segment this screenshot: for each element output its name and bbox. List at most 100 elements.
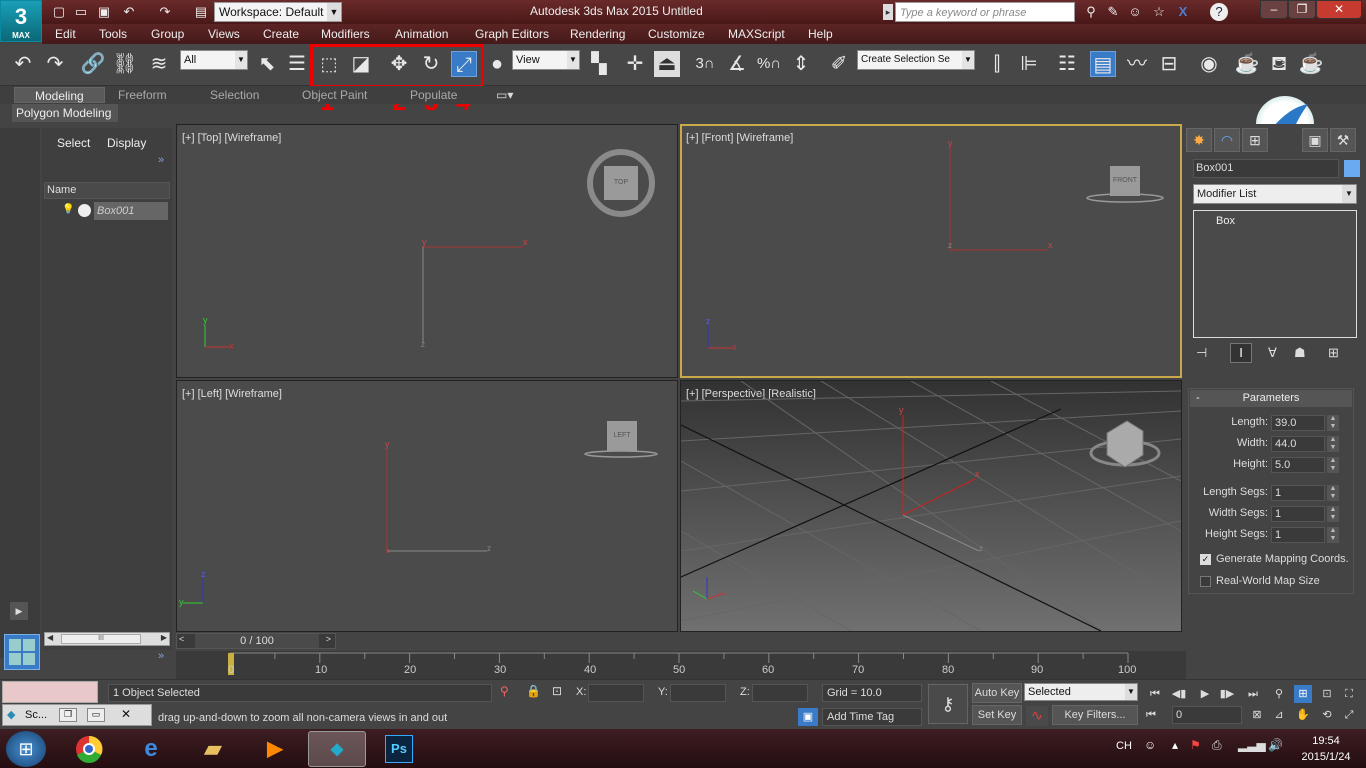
next-key-icon[interactable]: ▮▶ xyxy=(1218,685,1236,703)
action-center-icon[interactable]: ⚑ xyxy=(1190,738,1201,752)
absolute-mode-icon[interactable]: ⊡ xyxy=(552,684,562,698)
play-icon[interactable]: ▶ xyxy=(1196,685,1214,703)
subscription-icon[interactable]: ✎ xyxy=(1104,3,1122,21)
communication-icon[interactable]: ☺ xyxy=(1126,3,1144,21)
scroll-right-icon[interactable]: ▶ xyxy=(161,633,167,642)
undo-icon[interactable]: ↶ xyxy=(120,3,138,21)
menu-views[interactable]: Views xyxy=(208,27,240,41)
percent-snap-icon[interactable]: %∩ xyxy=(756,51,782,77)
previous-key-icon[interactable]: ◀▮ xyxy=(1170,685,1188,703)
auto-key-button[interactable]: Auto Key xyxy=(972,683,1022,703)
spinner-arrows-icon[interactable]: ▲ ▼ xyxy=(1327,436,1339,452)
make-unique-icon[interactable]: ∀ xyxy=(1268,345,1277,361)
exchange-icon[interactable]: X xyxy=(1174,3,1192,21)
expand-arrow-icon[interactable]: ▶ xyxy=(10,602,28,620)
menu-customize[interactable]: Customize xyxy=(648,27,705,41)
real-world-map-size-checkbox[interactable] xyxy=(1200,576,1211,587)
viewport-top[interactable]: [+] [Top] [Wireframe] TOP y x z y x xyxy=(176,124,678,378)
selection-lock-icon[interactable]: 🔒 xyxy=(526,684,541,698)
length-segs-spinner[interactable]: 1 xyxy=(1271,485,1325,501)
key-mode-dropdown[interactable]: Selected ▼ xyxy=(1024,683,1138,701)
tab-modeling[interactable]: Modeling xyxy=(14,87,105,103)
favorites-icon[interactable]: ☆ xyxy=(1150,3,1168,21)
select-by-name-icon[interactable]: ☰ xyxy=(284,51,310,77)
ie-taskbar-button[interactable]: e xyxy=(122,731,180,767)
reference-coordinate-dropdown[interactable]: View ▼ xyxy=(512,50,580,70)
ribbon-panel-polygon-modeling[interactable]: Polygon Modeling xyxy=(12,104,118,122)
language-indicator[interactable]: CH xyxy=(1116,740,1132,752)
go-to-start-icon[interactable]: ⏮ xyxy=(1146,685,1164,703)
zoom-extents-all-icon[interactable]: ⛶ xyxy=(1340,685,1358,703)
explorer-tab-display[interactable]: Display xyxy=(107,136,146,150)
chevron-down-double-icon[interactable]: » xyxy=(158,650,164,662)
toggle-ribbon-icon[interactable]: ▤ xyxy=(1090,51,1116,77)
edit-named-selection-icon[interactable]: ✐ xyxy=(826,51,852,77)
menu-rendering[interactable]: Rendering xyxy=(570,27,625,41)
viewport-layout-icon[interactable] xyxy=(4,634,40,670)
menu-animation[interactable]: Animation xyxy=(395,27,448,41)
mirror-icon[interactable]: ⫿ xyxy=(984,51,1010,77)
network-icon[interactable]: ▂▃▅ xyxy=(1238,738,1266,752)
search-expand-icon[interactable]: ▸ xyxy=(883,4,893,20)
menu-group[interactable]: Group xyxy=(151,27,184,41)
pivot-point-icon[interactable]: ▚ xyxy=(586,51,612,77)
render-production-icon[interactable]: ☕ xyxy=(1298,51,1324,77)
spinner-arrows-icon[interactable]: ▲ ▼ xyxy=(1327,527,1339,543)
length-spinner[interactable]: 39.0 xyxy=(1271,415,1325,431)
time-config-icon[interactable]: ⊠ xyxy=(1248,706,1266,724)
volume-icon[interactable]: 🔊 xyxy=(1268,738,1283,752)
restore-icon[interactable]: ❐ xyxy=(59,708,77,722)
mini-listener-window[interactable]: ◆ Sc... ❐ ▭ ✕ xyxy=(2,704,152,726)
system-clock[interactable]: 19:54 2015/1/24 xyxy=(1296,733,1356,765)
scroll-thumb[interactable]: III xyxy=(61,634,141,644)
object-color-swatch[interactable] xyxy=(1344,160,1360,177)
zoom-all-icon[interactable]: ⊞ xyxy=(1294,685,1312,703)
keyboard-shortcut-toggle-icon[interactable]: ⏏ xyxy=(654,51,680,77)
menu-tools[interactable]: Tools xyxy=(99,27,127,41)
zoom-icon[interactable]: ⚲ xyxy=(1270,685,1288,703)
menu-maxscript[interactable]: MAXScript xyxy=(728,27,785,41)
select-object-icon[interactable]: ⬉ xyxy=(254,51,280,77)
tab-freeform[interactable]: Freeform xyxy=(118,87,167,103)
width-segs-spinner[interactable]: 1 xyxy=(1271,506,1325,522)
adaptive-degradation-icon[interactable]: ▣ xyxy=(798,708,818,726)
menu-modifiers[interactable]: Modifiers xyxy=(321,27,370,41)
chrome-taskbar-button[interactable] xyxy=(60,731,118,767)
material-editor-icon[interactable]: ◉ xyxy=(1196,51,1222,77)
pan-view-icon[interactable]: ✋ xyxy=(1294,706,1312,724)
modify-tab-icon[interactable]: ◠ xyxy=(1214,128,1240,152)
tab-populate[interactable]: Populate xyxy=(410,87,457,103)
viewport-left[interactable]: [+] [Left] [Wireframe] LEFT y z x z y xyxy=(176,380,678,632)
remove-modifier-icon[interactable]: ☗ xyxy=(1294,345,1306,361)
viewport-front[interactable]: [+] [Front] [Wireframe] FRONT y x z z x xyxy=(680,124,1182,378)
explorer-taskbar-button[interactable]: ▰ xyxy=(184,731,242,767)
zoom-extents-icon[interactable]: ⊡ xyxy=(1318,685,1336,703)
render-setup-icon[interactable]: ☕ xyxy=(1234,51,1260,77)
menu-create[interactable]: Create xyxy=(263,27,299,41)
angle-snap-icon[interactable]: ∡ xyxy=(724,51,750,77)
display-tab-icon[interactable]: ▣ xyxy=(1302,128,1328,152)
key-tangent-icon[interactable]: ∿ xyxy=(1026,706,1048,726)
link-icon[interactable]: 🔗 xyxy=(80,51,106,77)
search-input[interactable]: Type a keyword or phrase xyxy=(895,2,1075,22)
explorer-column-name[interactable]: Name xyxy=(44,182,170,199)
x-coordinate-field[interactable] xyxy=(588,684,644,702)
modifier-stack-item-box[interactable]: Box xyxy=(1194,213,1356,229)
maximize-viewport-icon[interactable]: ⤢ xyxy=(1340,706,1358,724)
application-button[interactable]: 3 MAX xyxy=(0,0,42,42)
close-button[interactable]: ✕ xyxy=(1316,0,1362,19)
schematic-view-icon[interactable]: ⊟ xyxy=(1156,51,1182,77)
maximize-icon[interactable]: ▭ xyxy=(87,708,105,722)
spinner-arrows-icon[interactable]: ▲ ▼ xyxy=(1327,457,1339,473)
redo-icon[interactable]: ↷ xyxy=(156,3,174,21)
open-icon[interactable]: ▭ xyxy=(72,3,90,21)
isolate-selection-icon[interactable]: ⚲ xyxy=(500,684,509,698)
tray-expand-icon[interactable]: ▴ xyxy=(1172,738,1178,752)
named-selection-dropdown[interactable]: Create Selection Se ▼ xyxy=(857,50,975,70)
create-tab-icon[interactable]: ✸ xyxy=(1186,128,1212,152)
light-bulb-icon[interactable]: 💡 xyxy=(62,204,74,215)
orbit-icon[interactable]: ⟲ xyxy=(1318,706,1336,724)
ribbon-options-icon[interactable]: ▭▾ xyxy=(496,87,513,103)
3dsmax-taskbar-button[interactable]: ◆ xyxy=(308,731,366,767)
snaps-toggle-icon[interactable]: 3∩ xyxy=(692,51,718,77)
